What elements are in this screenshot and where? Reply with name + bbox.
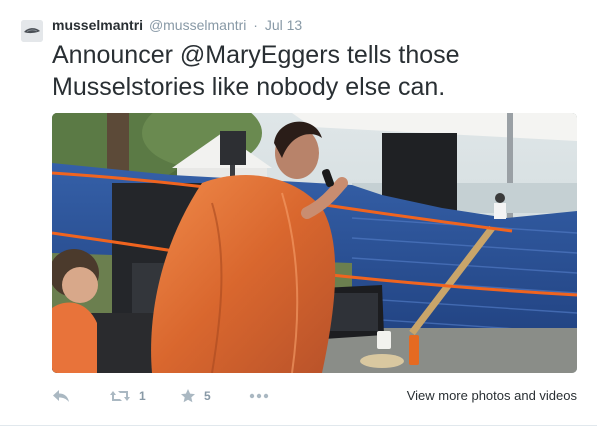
reply-button[interactable] bbox=[52, 384, 70, 408]
favorite-button[interactable]: 5 bbox=[180, 384, 211, 408]
timestamp[interactable]: Jul 13 bbox=[265, 17, 302, 33]
more-dots-icon bbox=[249, 393, 269, 399]
fullname[interactable]: musselmantri bbox=[52, 17, 143, 33]
photo-announcer-stage bbox=[52, 113, 577, 373]
star-icon bbox=[181, 389, 195, 403]
favorite-count: 5 bbox=[204, 389, 211, 403]
reply-icon bbox=[53, 390, 69, 402]
retweet-icon bbox=[110, 391, 130, 401]
more-button[interactable] bbox=[249, 384, 269, 408]
avatar[interactable] bbox=[21, 20, 43, 42]
retweet-count: 1 bbox=[139, 389, 146, 403]
mention-link[interactable]: @MaryEggers bbox=[180, 41, 340, 69]
view-more-photos-link[interactable]: View more photos and videos bbox=[407, 384, 577, 408]
separator: · bbox=[253, 17, 258, 33]
username[interactable]: @musselmantri bbox=[149, 17, 246, 33]
tweet-card[interactable]: musselmantri @musselmantri · Jul 13 Anno… bbox=[0, 0, 597, 426]
tweet-header: musselmantri @musselmantri · Jul 13 bbox=[52, 16, 302, 34]
tweet-actions: 1 5 View more photos and videos bbox=[52, 384, 577, 408]
avatar-mussel-icon bbox=[21, 20, 43, 42]
retweet-button[interactable]: 1 bbox=[109, 384, 146, 408]
tweet-text-before: Announcer bbox=[52, 41, 180, 69]
tweet-text: Announcer @MaryEggers tells those Mussel… bbox=[52, 39, 582, 103]
media-photo[interactable] bbox=[52, 113, 577, 373]
